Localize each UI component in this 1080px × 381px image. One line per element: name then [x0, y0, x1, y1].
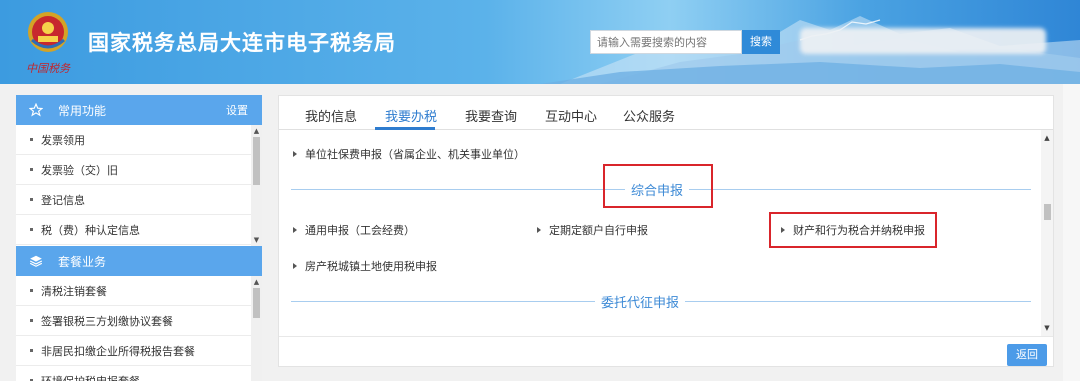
- tab-tax-handling[interactable]: 我要办税: [385, 106, 437, 125]
- sidebar-item-label: 税（费）种认定信息: [41, 223, 140, 237]
- page-scrollbar[interactable]: [1063, 84, 1080, 381]
- link-label: 房产税城镇土地使用税申报: [305, 260, 437, 273]
- sidebar-item-nonresident-withholding[interactable]: 非居民扣缴企业所得税报告套餐: [16, 336, 262, 366]
- sidebar-item-environmental-tax[interactable]: 环境保护税申报套餐: [16, 366, 262, 381]
- site-title: 国家税务总局大连市电子税务局: [88, 31, 396, 55]
- scroll-up-icon[interactable]: ▲: [252, 127, 261, 135]
- tax-emblem-icon: [28, 12, 68, 52]
- common-functions-title: 常用功能: [58, 103, 107, 118]
- scroll-up-icon[interactable]: ▲: [252, 278, 261, 286]
- common-functions-list: 发票领用 发票验（交）旧 登记信息 税（费）种认定信息 ▲ ▼: [16, 125, 262, 246]
- sidebar-item-invoice-pickup[interactable]: 发票领用: [16, 125, 262, 155]
- caret-right-icon: [293, 263, 297, 269]
- scrollbar-thumb[interactable]: [253, 137, 260, 185]
- link-label: 通用申报（工会经费）: [305, 224, 415, 237]
- tab-my-info[interactable]: 我的信息: [305, 106, 357, 125]
- sidebar-item-label: 环境保护税申报套餐: [41, 374, 140, 381]
- caret-right-icon: [293, 227, 297, 233]
- tab-public-services[interactable]: 公众服务: [623, 106, 675, 125]
- search-button[interactable]: 搜索: [742, 30, 780, 54]
- sidebar-item-invoice-verify[interactable]: 发票验（交）旧: [16, 155, 262, 185]
- tab-bar: 我的信息 我要办税 我要查询 互动中心 公众服务: [279, 96, 1053, 130]
- scroll-up-icon[interactable]: ▲: [1043, 134, 1051, 142]
- sidebar-item-tripartite-agreement[interactable]: 签署银税三方划缴协议套餐: [16, 306, 262, 336]
- link-fixed-quota-declaration[interactable]: 定期定额户自行申报: [537, 222, 648, 238]
- main-panel: 我的信息 我要办税 我要查询 互动中心 公众服务 单位社保费申报（省属企业、机关…: [278, 95, 1054, 367]
- link-property-land-tax[interactable]: 房产税城镇土地使用税申报: [293, 258, 437, 274]
- link-general-declaration[interactable]: 通用申报（工会经费）: [293, 222, 415, 238]
- tab-content: 单位社保费申报（省属企业、机关事业单位） 综合申报 通用申报（工会经费） 定期定…: [279, 130, 1053, 336]
- scrollbar-thumb[interactable]: [1044, 204, 1051, 220]
- scrollbar-thumb[interactable]: [253, 288, 260, 318]
- link-label: 定期定额户自行申报: [549, 224, 648, 237]
- site-header: 中国税务 国家税务总局大连市电子税务局 搜索: [0, 0, 1080, 84]
- package-services-list: 清税注销套餐 签署银税三方划缴协议套餐 非居民扣缴企业所得税报告套餐 环境保护税…: [16, 276, 262, 381]
- sidebar-scrollbar[interactable]: ▲ ▼: [251, 125, 262, 246]
- back-button[interactable]: 返回: [1007, 344, 1047, 366]
- common-functions-header: 常用功能 设置: [16, 95, 262, 125]
- sidebar-scrollbar[interactable]: ▲: [251, 276, 262, 381]
- star-outline-icon: [28, 102, 44, 118]
- emblem-signature: 中国税务: [26, 62, 70, 75]
- sidebar-item-registration-info[interactable]: 登记信息: [16, 185, 262, 215]
- layers-icon: [28, 253, 44, 269]
- scroll-down-icon[interactable]: ▼: [252, 236, 261, 244]
- section-title-entrusted: 委托代征申报: [595, 292, 686, 311]
- link-social-insurance[interactable]: 单位社保费申报（省属企业、机关事业单位）: [293, 146, 525, 162]
- sidebar-item-label: 非居民扣缴企业所得税报告套餐: [41, 344, 195, 358]
- sidebar-item-label: 签署银税三方划缴协议套餐: [41, 314, 173, 328]
- caret-right-icon: [293, 151, 297, 157]
- tab-interaction-center[interactable]: 互动中心: [545, 106, 597, 125]
- tab-query[interactable]: 我要查询: [465, 106, 517, 125]
- search-box[interactable]: [590, 30, 742, 54]
- highlight-box-property-tax-link: [769, 212, 937, 248]
- highlight-box-section-title: [603, 164, 713, 208]
- sidebar-item-label: 发票领用: [41, 133, 85, 147]
- package-services-title: 套餐业务: [58, 254, 107, 269]
- sidebar: 常用功能 设置 发票领用 发票验（交）旧 登记信息 税（费）种认定信息 ▲ ▼ …: [16, 95, 262, 381]
- settings-link[interactable]: 设置: [226, 102, 248, 118]
- scroll-down-icon[interactable]: ▼: [1043, 324, 1051, 332]
- sidebar-item-label: 发票验（交）旧: [41, 163, 118, 177]
- redacted-user-info: [800, 28, 1046, 54]
- content-scrollbar[interactable]: ▲ ▼: [1041, 130, 1053, 336]
- sidebar-item-tax-clearance[interactable]: 清税注销套餐: [16, 276, 262, 306]
- caret-right-icon: [537, 227, 541, 233]
- sidebar-item-tax-type-info[interactable]: 税（费）种认定信息: [16, 215, 262, 245]
- search-input[interactable]: [591, 31, 741, 54]
- sidebar-item-label: 清税注销套餐: [41, 284, 107, 298]
- link-label: 单位社保费申报（省属企业、机关事业单位）: [305, 148, 525, 161]
- panel-footer: 返回: [279, 336, 1053, 366]
- sidebar-item-label: 登记信息: [41, 193, 85, 207]
- package-services-header: 套餐业务: [16, 246, 262, 276]
